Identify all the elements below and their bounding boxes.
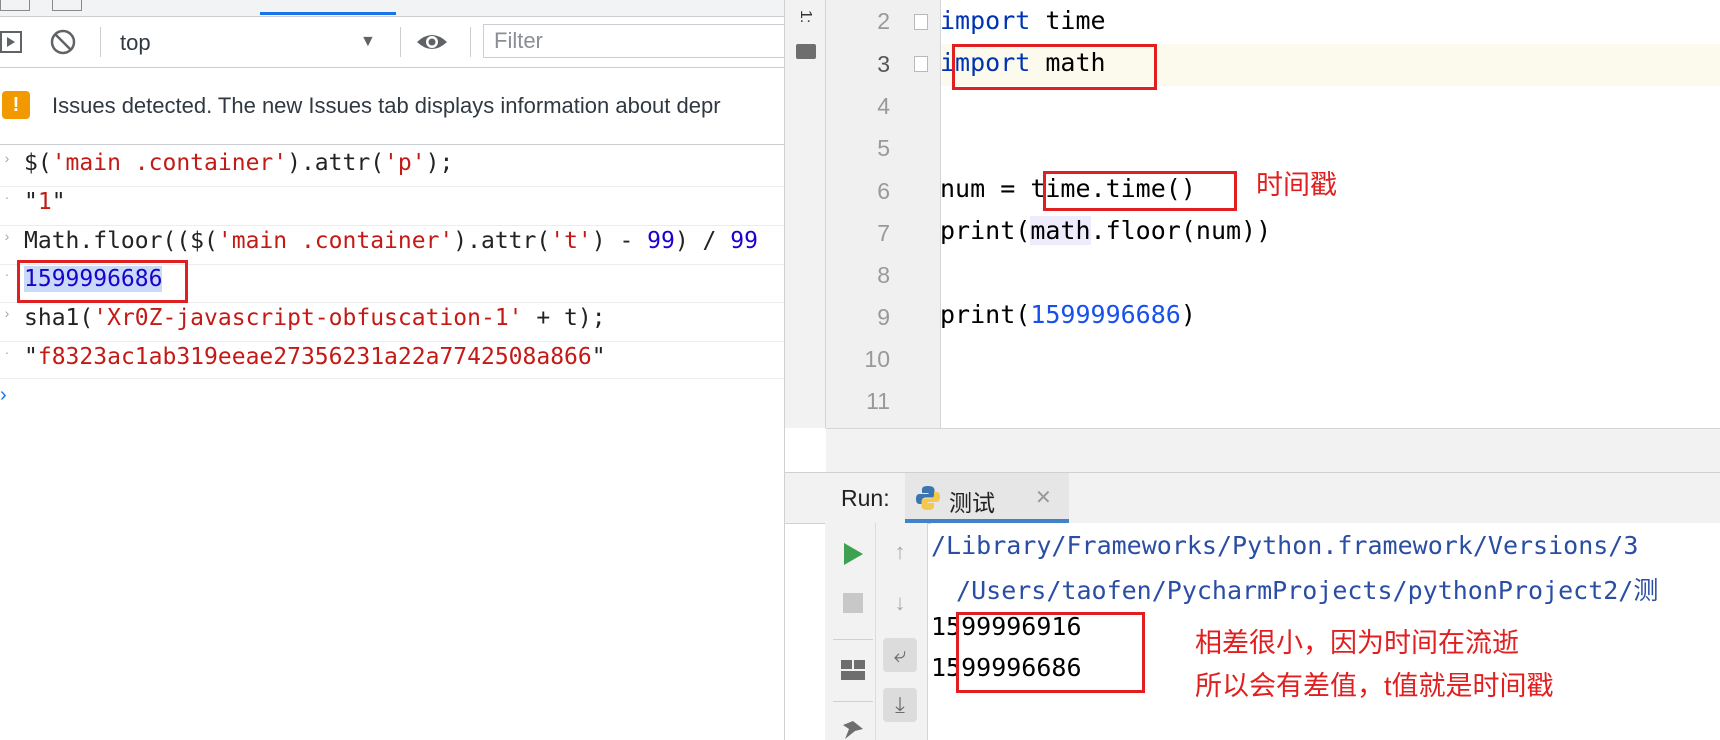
console-input-row: › sha1('Xr0Z-javascript-obfuscation-1' +… (0, 305, 784, 342)
line-number: 3 (877, 51, 890, 77)
tool-window-strip: 1: (785, 0, 826, 428)
close-icon[interactable]: ✕ (1035, 485, 1052, 510)
tab-fragment[interactable] (52, 0, 82, 11)
line-number: 5 (877, 135, 890, 161)
line-number: 10 (864, 346, 890, 372)
layout-icon[interactable] (839, 658, 867, 682)
chevron-down-icon[interactable]: ▼ (360, 33, 376, 51)
fold-marker-icon[interactable] (914, 56, 928, 72)
console-code[interactable]: $('main .container').attr('p'); (24, 150, 453, 176)
result-arrow-icon: · (4, 266, 10, 282)
console-toolbar: top ▼ (0, 17, 784, 68)
toolbar-divider (875, 523, 876, 740)
highlight-box (956, 612, 1145, 693)
arrow-up-icon[interactable]: ↑ (883, 535, 917, 569)
soft-wrap-icon[interactable]: ⤶ (883, 638, 917, 672)
folder-icon[interactable] (796, 44, 816, 59)
console-code[interactable]: Math.floor(($('main .container').attr('t… (24, 228, 758, 254)
run-toolbar: ↑ ↓ ⤶ ⤓ (825, 523, 928, 740)
console-prompt-icon[interactable]: › (0, 384, 7, 407)
filter-input[interactable] (483, 24, 784, 58)
output-line[interactable]: /Users/taofen/PycharmProjects/pythonProj… (941, 571, 1658, 607)
clear-console-icon[interactable] (50, 29, 76, 55)
highlight-box (1043, 171, 1237, 211)
sidebar-toggle-icon[interactable] (0, 31, 22, 53)
console-result-row: · "f8323ac1ab319eeae27356231a22a7742508a… (0, 344, 784, 379)
fold-marker-icon[interactable] (914, 14, 928, 30)
console-result[interactable]: "f8323ac1ab319eeae27356231a22a7742508a86… (24, 344, 606, 370)
console-result[interactable]: "1" (24, 189, 66, 215)
output-line[interactable]: /Library/Frameworks/Python.framework/Ver… (931, 531, 1638, 560)
console-input-row: › $('main .container').attr('p'); (0, 150, 784, 187)
toolbar-separator (833, 701, 873, 702)
editor-bottom-bar (826, 428, 1720, 473)
line-number: 2 (877, 8, 890, 34)
line-number: 6 (877, 178, 890, 204)
chevron-right-icon: › (4, 305, 10, 321)
project-tool-label[interactable]: 1: (796, 10, 814, 23)
tab-fragment[interactable] (0, 0, 30, 11)
code-line[interactable]: import time (940, 6, 1106, 35)
warning-icon: ! (2, 91, 30, 119)
stop-icon[interactable] (843, 593, 863, 613)
rerun-icon[interactable] (841, 541, 865, 567)
active-tab-indicator (260, 12, 396, 15)
devtools-tabbar (0, 0, 784, 17)
chevron-right-icon: › (4, 228, 10, 244)
run-label: Run: (841, 485, 890, 511)
issues-banner-text: Issues detected. The new Issues tab disp… (52, 93, 721, 118)
run-tab-label: 测试 (949, 490, 995, 516)
highlight-box (952, 44, 1157, 90)
annotation-timestamp: 时间戳 (1256, 170, 1337, 200)
devtools-console-panel: top ▼ ! Issues detected. The new Issues … (0, 0, 784, 740)
context-selector[interactable]: top (120, 30, 151, 56)
code-line[interactable]: print(1599996686) (940, 300, 1196, 329)
annotation-diff-line1: 相差很小，因为时间在流逝 (1195, 628, 1519, 658)
result-arrow-icon: · (4, 344, 10, 360)
pycharm-window: 1: 2 3 4 5 6 7 8 9 10 11 import time imp… (784, 0, 1720, 740)
result-arrow-icon: · (4, 189, 10, 205)
run-tab[interactable]: 测试 ✕ (905, 473, 1069, 523)
eye-icon[interactable] (415, 30, 449, 54)
line-number: 11 (866, 388, 890, 414)
toolbar-divider (470, 27, 471, 57)
toolbar-divider (400, 27, 401, 57)
pin-icon[interactable] (841, 719, 865, 739)
annotation-diff-line2: 所以会有差值，t值就是时间戳 (1195, 671, 1554, 701)
console-result-row: · "1" (0, 189, 784, 226)
toolbar-divider (100, 27, 101, 57)
console-code[interactable]: sha1('Xr0Z-javascript-obfuscation-1' + t… (24, 305, 606, 331)
scroll-to-end-icon[interactable]: ⤓ (883, 688, 917, 722)
toolbar-separator (833, 639, 873, 640)
highlight-box (17, 260, 188, 303)
line-number: 8 (877, 262, 890, 288)
line-number: 9 (877, 304, 890, 330)
chevron-right-icon: › (4, 150, 10, 166)
arrow-down-icon[interactable]: ↓ (883, 586, 917, 620)
line-number: 7 (877, 220, 890, 246)
issues-banner: ! Issues detected. The new Issues tab di… (0, 68, 784, 145)
line-number-gutter: 2 3 4 5 6 7 8 9 10 11 (826, 0, 941, 428)
line-number: 4 (877, 93, 890, 119)
python-icon (916, 486, 940, 510)
code-line[interactable]: print(math.floor(num)) (940, 216, 1271, 245)
run-tool-header: Run: 测试 ✕ (785, 472, 1720, 524)
